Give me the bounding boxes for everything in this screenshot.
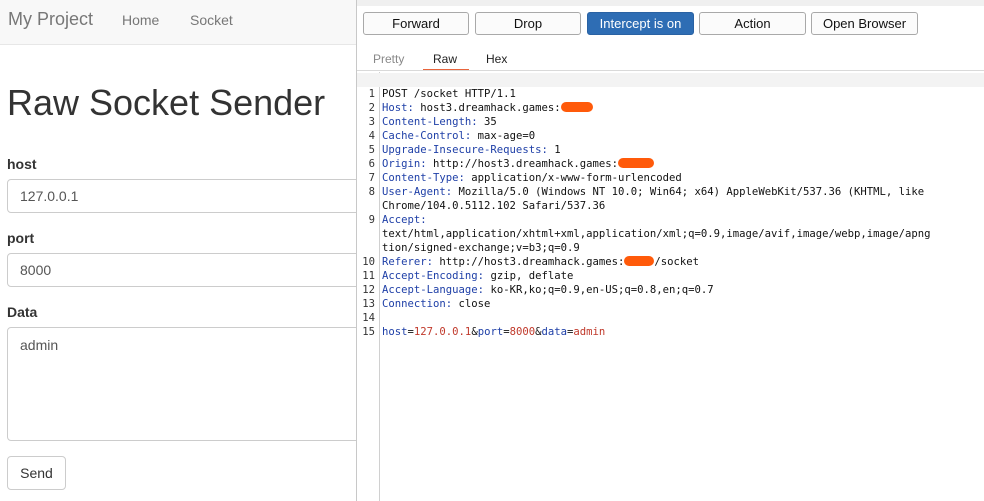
port-input[interactable]: [7, 253, 367, 287]
request-line-4: 4 Cache-Control: max-age=0: [368, 130, 536, 142]
request-line-10: 10 Referer: http://host3.dreamhack.games:…: [362, 256, 700, 268]
nav-home-link[interactable]: Home: [122, 12, 159, 28]
host-input[interactable]: [7, 179, 367, 213]
forward-button[interactable]: Forward: [363, 12, 469, 35]
request-line-9-wrap2: tion/signed-exchange;v=b3;q=0.9: [382, 242, 580, 254]
request-line-2: 2 Host: host3.dreamhack.games:: [357, 87, 984, 114]
request-line-8: 8 User-Agent: Mozilla/5.0 (Windows NT 10.…: [368, 186, 925, 198]
navbar: My Project Home Socket: [0, 0, 358, 45]
request-line-8-wrap: Chrome/104.0.5112.102 Safari/537.36: [382, 200, 606, 212]
request-line-9-wrap: text/html,application/xhtml+xml,applicat…: [382, 228, 931, 240]
request-line-1: 1 POST /socket HTTP/1.1: [357, 73, 984, 100]
request-line-7: 7 Content-Type: application/x-www-form-ur…: [368, 172, 682, 184]
tab-pretty[interactable]: Pretty: [373, 52, 404, 69]
request-line-12: 12 Accept-Language: ko-KR,ko;q=0.9,en-US;…: [362, 284, 714, 296]
request-line-3: 3 Content-Length: 35: [368, 116, 497, 128]
request-line-9: 9 Accept:: [368, 214, 427, 226]
brand-link[interactable]: My Project: [8, 9, 93, 30]
request-line-5: 5 Upgrade-Insecure-Requests: 1: [368, 144, 561, 156]
port-label: port: [7, 230, 35, 246]
send-button[interactable]: Send: [7, 456, 66, 490]
data-label: Data: [7, 304, 38, 320]
drop-button[interactable]: Drop: [475, 12, 581, 35]
request-line-14: 14: [362, 312, 375, 324]
tabs-divider: [357, 70, 984, 71]
tab-hex[interactable]: Hex: [486, 52, 507, 69]
host-label: host: [7, 156, 37, 172]
request-editor[interactable]: 1 POST /socket HTTP/1.1 2 Host: host3.drea…: [357, 72, 984, 501]
request-line-15: 15 host=127.0.0.1&port=8000&data=admin: [362, 326, 606, 338]
nav-socket-link[interactable]: Socket: [190, 12, 233, 28]
burp-header-strip: [357, 0, 984, 6]
request-line-6: 6 Origin: http://host3.dreamhack.games:: [357, 143, 984, 170]
burp-intercept-panel: Forward Drop Intercept is on Action Open…: [356, 0, 984, 501]
tab-raw[interactable]: Raw: [423, 52, 470, 71]
page-title: Raw Socket Sender: [7, 82, 326, 123]
request-line-13: 13 Connection: close: [362, 298, 491, 310]
action-button[interactable]: Action: [699, 12, 806, 35]
open-browser-button[interactable]: Open Browser: [811, 12, 918, 35]
intercept-toggle-button[interactable]: Intercept is on: [587, 12, 694, 35]
request-line-11: 11 Accept-Encoding: gzip, deflate: [362, 270, 574, 282]
data-textarea[interactable]: admin: [7, 327, 367, 441]
